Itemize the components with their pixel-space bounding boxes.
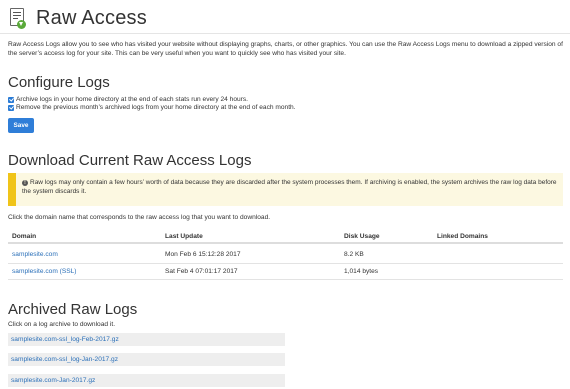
archive-link[interactable]: samplesite.com-Jan-2017.gz — [11, 377, 95, 384]
configure-logs-heading: Configure Logs — [8, 74, 110, 91]
domain-link[interactable]: samplesite.com (SSL) — [12, 264, 77, 280]
warning-text: Raw logs may only contain a few hours’ w… — [22, 179, 557, 195]
disk-usage-cell: 8.2 KB — [344, 251, 364, 258]
raw-access-page: Raw Access Raw Access Logs allow you to … — [0, 0, 570, 389]
warning-icon: ! — [22, 180, 28, 186]
intro-text: Raw Access Logs allow you to see who has… — [8, 41, 563, 58]
save-button[interactable]: Save — [8, 118, 34, 133]
domain-link[interactable]: samplesite.com — [12, 247, 58, 263]
archive-logs-option[interactable]: Archive logs in your home directory at t… — [8, 96, 248, 103]
col-last-update: Last Update — [165, 233, 203, 240]
download-instruction: Click the domain name that corresponds t… — [8, 214, 271, 221]
archived-logs-heading: Archived Raw Logs — [8, 301, 138, 318]
archive-item: samplesite.com-ssl_log-Feb-2017.gz — [8, 333, 285, 346]
remove-archives-checkbox[interactable] — [8, 104, 14, 111]
download-logs-heading: Download Current Raw Access Logs — [8, 152, 252, 169]
header-divider — [0, 33, 570, 34]
last-update-cell: Sat Feb 4 07:01:17 2017 — [165, 268, 238, 275]
col-linked-domains: Linked Domains — [437, 233, 488, 240]
archived-instruction: Click on a log archive to download it. — [8, 321, 116, 328]
last-update-cell: Mon Feb 6 15:12:28 2017 — [165, 251, 241, 258]
warning-callout: ! Raw logs may only contain a few hours’ … — [8, 173, 563, 206]
table-header: Domain Last Update Disk Usage Linked Dom… — [8, 230, 563, 244]
remove-archives-option[interactable]: Remove the previous month’s archived log… — [8, 104, 296, 111]
archive-link[interactable]: samplesite.com-ssl_log-Jan-2017.gz — [11, 356, 118, 363]
page-title: Raw Access — [36, 6, 147, 29]
archive-logs-checkbox[interactable] — [8, 96, 14, 103]
remove-archives-label: Remove the previous month’s archived log… — [16, 104, 296, 111]
raw-logs-table: Domain Last Update Disk Usage Linked Dom… — [8, 230, 563, 280]
raw-access-icon — [8, 7, 28, 29]
table-row: samplesite.com Mon Feb 6 15:12:28 2017 8… — [8, 247, 563, 264]
page-header: Raw Access — [8, 4, 147, 32]
archive-item: samplesite.com-ssl_log-Jan-2017.gz — [8, 353, 285, 366]
archive-logs-label: Archive logs in your home directory at t… — [16, 96, 249, 103]
archive-item: samplesite.com-Jan-2017.gz — [8, 374, 285, 387]
col-disk-usage: Disk Usage — [344, 233, 380, 240]
archive-link[interactable]: samplesite.com-ssl_log-Feb-2017.gz — [11, 336, 119, 343]
disk-usage-cell: 1,014 bytes — [344, 268, 379, 275]
table-row: samplesite.com (SSL) Sat Feb 4 07:01:17 … — [8, 264, 563, 280]
col-domain: Domain — [12, 233, 37, 240]
